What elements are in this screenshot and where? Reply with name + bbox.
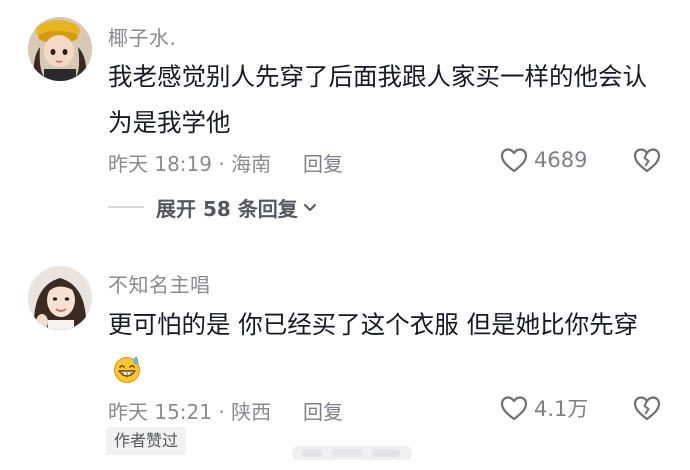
comment-item: 椰子水. 我老感觉别人先穿了后面我跟人家买一样的他会认为是我学他 昨天 18:1… (0, 0, 690, 240)
avatar[interactable] (28, 17, 92, 81)
blurred-watermark (292, 446, 412, 460)
expand-replies-button[interactable]: 展开 58 条回复 (108, 192, 318, 222)
broken-heart-icon[interactable] (633, 395, 661, 421)
like-count: 4.1万 (534, 397, 589, 421)
avatar-image (28, 266, 92, 330)
author-liked-badge: 作者赞过 (106, 427, 187, 455)
comment-text: 我老感觉别人先穿了后面我跟人家买一样的他会认为是我学他 (108, 62, 647, 137)
heart-outline-icon (500, 396, 528, 421)
username[interactable]: 椰子水. (108, 22, 176, 51)
comment-item: 不知名主唱 更可怕的是 你已经买了这个衣服 但是她比你先穿 昨天 15:21 ·… (0, 252, 690, 470)
reply-button[interactable]: 回复 (303, 396, 343, 425)
avatar[interactable] (28, 266, 92, 330)
comment-meta: 昨天 18:19 · 海南 (108, 152, 272, 176)
heart-outline-icon (500, 148, 528, 173)
like-button[interactable]: 4.1万 (500, 394, 588, 422)
broken-heart-icon[interactable] (633, 147, 661, 173)
divider (108, 206, 144, 208)
like-button[interactable]: 4689 (500, 146, 587, 174)
comment-text: 更可怕的是 你已经买了这个衣服 但是她比你先穿 (108, 302, 668, 394)
avatar-image (28, 17, 92, 81)
comment-text-body: 更可怕的是 你已经买了这个衣服 但是她比你先穿 (108, 310, 639, 339)
expand-replies-label: 展开 58 条回复 (156, 196, 298, 221)
reply-button[interactable]: 回复 (303, 148, 343, 177)
chevron-down-icon (303, 204, 316, 211)
like-count: 4689 (534, 148, 588, 172)
username[interactable]: 不知名主唱 (108, 269, 211, 298)
grinning-sweat-emoji-icon (114, 356, 140, 383)
comment-meta: 昨天 15:21 · 陕西 (108, 400, 272, 424)
